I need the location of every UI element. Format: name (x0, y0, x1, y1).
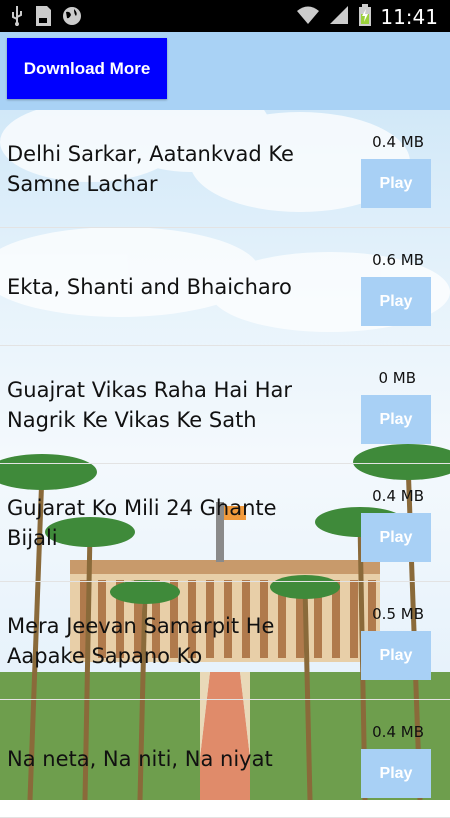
status-bar: 11:41 (0, 0, 450, 32)
sd-card-icon (34, 6, 52, 30)
item-title: Gujarat Ko Mili 24 Ghante Bijali (7, 495, 277, 550)
item-size: 0.4 MB (372, 487, 424, 505)
wifi-icon (296, 5, 320, 29)
clock: 11:41 (380, 5, 438, 29)
list-item: Mera Jeevan Samarpit He Aapake Sapano Ko… (0, 582, 450, 700)
item-title: Mera Jeevan Samarpit He Aapake Sapano Ko (7, 613, 275, 668)
battery-charging-icon (358, 4, 372, 30)
list-item: Na neta, Na niti, Na niyat 0.4 MB Play (0, 700, 450, 818)
list-item: Ekta, Shanti and Bhaicharo 0.6 MB Play (0, 228, 450, 346)
play-button[interactable]: Play (361, 159, 431, 208)
item-title: Delhi Sarkar, Aatankvad Ke Samne Lachar (7, 141, 294, 196)
globe-icon (62, 6, 82, 30)
item-size: 0 MB (378, 369, 416, 387)
play-button[interactable]: Play (361, 395, 431, 444)
header-bar: Download More (0, 32, 450, 110)
item-size: 0.4 MB (372, 723, 424, 741)
list-item: Guajrat Vikas Raha Hai Har Nagrik Ke Vik… (0, 346, 450, 464)
usb-icon (10, 6, 24, 30)
play-button[interactable]: Play (361, 513, 431, 562)
list-item: Delhi Sarkar, Aatankvad Ke Samne Lachar … (0, 110, 450, 228)
item-title: Guajrat Vikas Raha Hai Har Nagrik Ke Vik… (7, 377, 293, 432)
download-more-button[interactable]: Download More (7, 38, 167, 99)
item-title: Ekta, Shanti and Bhaicharo (7, 274, 292, 299)
item-title: Na neta, Na niti, Na niyat (7, 746, 273, 771)
play-button[interactable]: Play (361, 749, 431, 798)
signal-icon (328, 5, 350, 29)
audio-list: Delhi Sarkar, Aatankvad Ke Samne Lachar … (0, 110, 450, 818)
item-size: 0.6 MB (372, 251, 424, 269)
list-item: Gujarat Ko Mili 24 Ghante Bijali 0.4 MB … (0, 464, 450, 582)
play-button[interactable]: Play (361, 631, 431, 680)
play-button[interactable]: Play (361, 277, 431, 326)
item-size: 0.4 MB (372, 133, 424, 151)
item-size: 0.5 MB (372, 605, 424, 623)
